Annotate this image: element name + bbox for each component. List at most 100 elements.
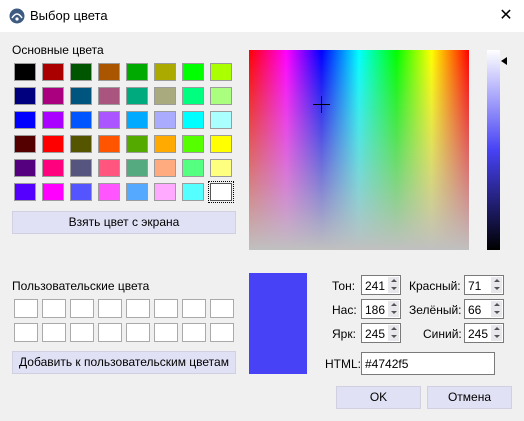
basic-color-swatch[interactable] (70, 111, 92, 129)
basic-color-swatch[interactable] (126, 159, 148, 177)
basic-color-swatch[interactable] (14, 159, 36, 177)
basic-color-swatch[interactable] (98, 87, 120, 105)
basic-color-swatch[interactable] (42, 183, 64, 201)
basic-color-swatch[interactable] (208, 181, 234, 203)
basic-color-swatch[interactable] (14, 63, 36, 81)
basic-color-swatch[interactable] (98, 183, 120, 201)
basic-color-swatch[interactable] (42, 159, 64, 177)
basic-color-swatch[interactable] (210, 159, 232, 177)
basic-color-swatch[interactable] (42, 87, 64, 105)
close-icon[interactable]: ✕ (488, 0, 524, 32)
custom-color-swatch[interactable] (98, 299, 122, 318)
basic-color-swatch[interactable] (98, 63, 120, 81)
red-up-icon[interactable] (491, 277, 502, 285)
basic-color-swatch[interactable] (210, 87, 232, 105)
red-down-icon[interactable] (491, 285, 502, 293)
sat-spinbox[interactable]: 186 (361, 299, 401, 319)
basic-color-swatch[interactable] (154, 159, 176, 177)
cancel-button[interactable]: Отмена (427, 386, 512, 409)
basic-color-swatch[interactable] (14, 111, 36, 129)
green-spinbox[interactable]: 66 (464, 299, 504, 319)
basic-color-swatch[interactable] (42, 135, 64, 153)
basic-color-swatch[interactable] (70, 63, 92, 81)
basic-color-swatch[interactable] (154, 135, 176, 153)
basic-color-swatch[interactable] (126, 87, 148, 105)
basic-color-swatch[interactable] (210, 63, 232, 81)
custom-color-swatch[interactable] (182, 299, 206, 318)
basic-color-swatch[interactable] (210, 111, 232, 129)
basic-color-swatch[interactable] (210, 135, 232, 153)
custom-color-swatch[interactable] (210, 323, 234, 342)
basic-color-swatch[interactable] (126, 63, 148, 81)
sat-down-icon[interactable] (388, 309, 399, 317)
luminance-slider[interactable] (487, 50, 500, 250)
val-up-icon[interactable] (388, 325, 399, 333)
custom-color-swatch[interactable] (70, 299, 94, 318)
basic-color-swatch[interactable] (154, 183, 176, 201)
custom-color-swatch[interactable] (42, 299, 66, 318)
basic-color-swatch[interactable] (154, 111, 176, 129)
val-down-icon[interactable] (388, 333, 399, 341)
basic-color-swatch[interactable] (70, 159, 92, 177)
blue-value: 245 (468, 327, 489, 341)
blue-up-icon[interactable] (491, 325, 502, 333)
custom-color-swatch[interactable] (42, 323, 66, 342)
basic-color-swatch[interactable] (126, 183, 148, 201)
color-spectrum[interactable] (249, 50, 469, 250)
basic-color-swatch[interactable] (70, 87, 92, 105)
basic-color-swatch[interactable] (126, 111, 148, 129)
color-preview (249, 273, 307, 374)
basic-color-swatch[interactable] (182, 183, 204, 201)
hue-spinbox[interactable]: 241 (361, 275, 401, 295)
custom-color-swatch[interactable] (154, 323, 178, 342)
blue-spinbox[interactable]: 245 (464, 323, 504, 343)
custom-color-swatch[interactable] (126, 323, 150, 342)
add-custom-color-button[interactable]: Добавить к пользовательским цветам (12, 351, 236, 374)
hue-down-icon[interactable] (388, 285, 399, 293)
basic-color-swatch[interactable] (182, 87, 204, 105)
basic-colors-label: Основные цвета (12, 43, 104, 57)
basic-color-swatch[interactable] (98, 135, 120, 153)
red-spinbox[interactable]: 71 (464, 275, 504, 295)
basic-color-swatch[interactable] (98, 159, 120, 177)
basic-color-swatch[interactable] (182, 63, 204, 81)
basic-color-swatch[interactable] (154, 63, 176, 81)
basic-color-swatch[interactable] (182, 135, 204, 153)
basic-color-swatch[interactable] (70, 183, 92, 201)
basic-color-swatch[interactable] (14, 135, 36, 153)
crosshair-icon (313, 96, 330, 113)
blue-down-icon[interactable] (491, 333, 502, 341)
custom-color-swatch[interactable] (14, 299, 38, 318)
basic-color-swatch[interactable] (182, 159, 204, 177)
basic-color-swatch[interactable] (154, 87, 176, 105)
custom-color-swatch[interactable] (14, 323, 38, 342)
basic-color-swatch[interactable] (14, 183, 36, 201)
luminance-arrow-icon[interactable] (501, 57, 507, 65)
ok-button[interactable]: OK (336, 386, 421, 409)
basic-color-swatch[interactable] (126, 135, 148, 153)
val-spinbox[interactable]: 245 (361, 323, 401, 343)
window-title: Выбор цвета (30, 8, 108, 23)
hue-up-icon[interactable] (388, 277, 399, 285)
green-down-icon[interactable] (491, 309, 502, 317)
custom-color-swatch[interactable] (210, 299, 234, 318)
basic-color-swatch[interactable] (14, 87, 36, 105)
pick-screen-color-button[interactable]: Взять цвет с экрана (12, 211, 236, 234)
basic-color-swatch[interactable] (42, 111, 64, 129)
html-input[interactable]: #4742f5 (361, 352, 495, 375)
basic-color-swatch[interactable] (42, 63, 64, 81)
custom-color-swatch[interactable] (70, 323, 94, 342)
val-label: Ярк: (332, 327, 356, 341)
basic-color-swatch[interactable] (70, 135, 92, 153)
custom-color-swatch[interactable] (98, 323, 122, 342)
sat-up-icon[interactable] (388, 301, 399, 309)
basic-color-swatch[interactable] (182, 111, 204, 129)
title-bar: Выбор цвета ✕ (0, 0, 524, 32)
green-up-icon[interactable] (491, 301, 502, 309)
custom-color-swatch[interactable] (182, 323, 206, 342)
custom-color-swatch[interactable] (154, 299, 178, 318)
basic-color-swatch[interactable] (98, 111, 120, 129)
custom-color-swatch[interactable] (126, 299, 150, 318)
hue-label: Тон: (332, 279, 356, 293)
app-icon (9, 8, 25, 24)
